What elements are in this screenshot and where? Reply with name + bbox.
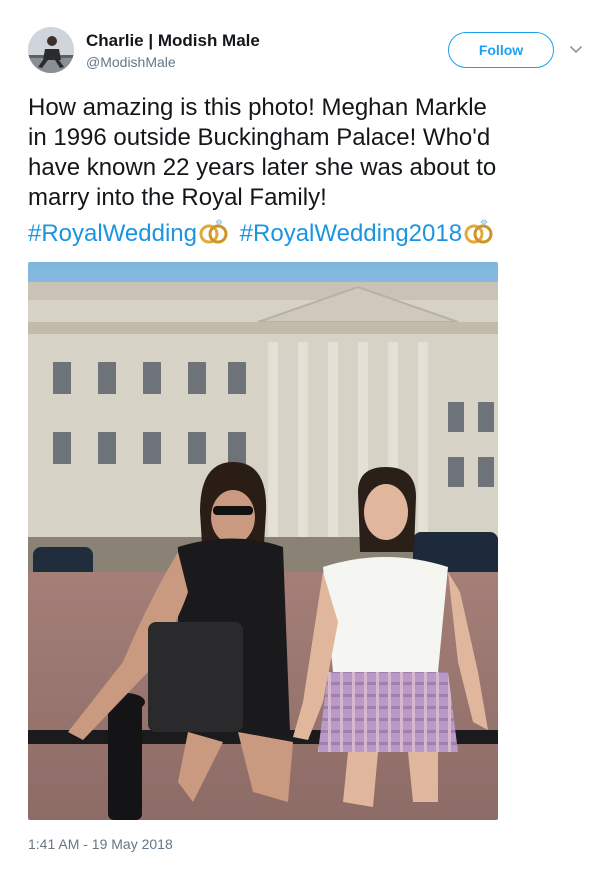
tweet-card: Charlie | Modish Male @ModishMale Follow… (0, 0, 609, 870)
follow-button[interactable]: Follow (448, 32, 554, 68)
avatar[interactable] (28, 27, 74, 73)
wedding-rings-icon (464, 219, 494, 253)
tweet-text-line: marry into the Royal Family! (28, 184, 327, 211)
author-handle[interactable]: @ModishMale (86, 54, 176, 70)
tweet-text: How amazing is this photo! Meghan Markle… (28, 93, 588, 213)
tweet-text-line: How amazing is this photo! Meghan Markle (28, 94, 487, 121)
hashtag-royalwedding2018[interactable]: #RoyalWedding2018 (240, 220, 462, 247)
hashtag-row: #RoyalWedding #RoyalWedding2018 (28, 219, 498, 253)
wedding-rings-icon (199, 219, 229, 253)
tweet-photo[interactable] (28, 262, 498, 820)
tweet-timestamp[interactable]: 1:41 AM - 19 May 2018 (28, 836, 173, 852)
palace-photo-image (28, 262, 498, 820)
author-name[interactable]: Charlie | Modish Male (86, 31, 260, 51)
hashtag-royalwedding[interactable]: #RoyalWedding (28, 220, 197, 247)
chevron-down-icon[interactable] (566, 40, 586, 60)
tweet-text-line: in 1996 outside Buckingham Palace! Who'd (28, 124, 491, 151)
tweet-text-line: have known 22 years later she was about … (28, 154, 497, 181)
avatar-image (28, 27, 74, 73)
